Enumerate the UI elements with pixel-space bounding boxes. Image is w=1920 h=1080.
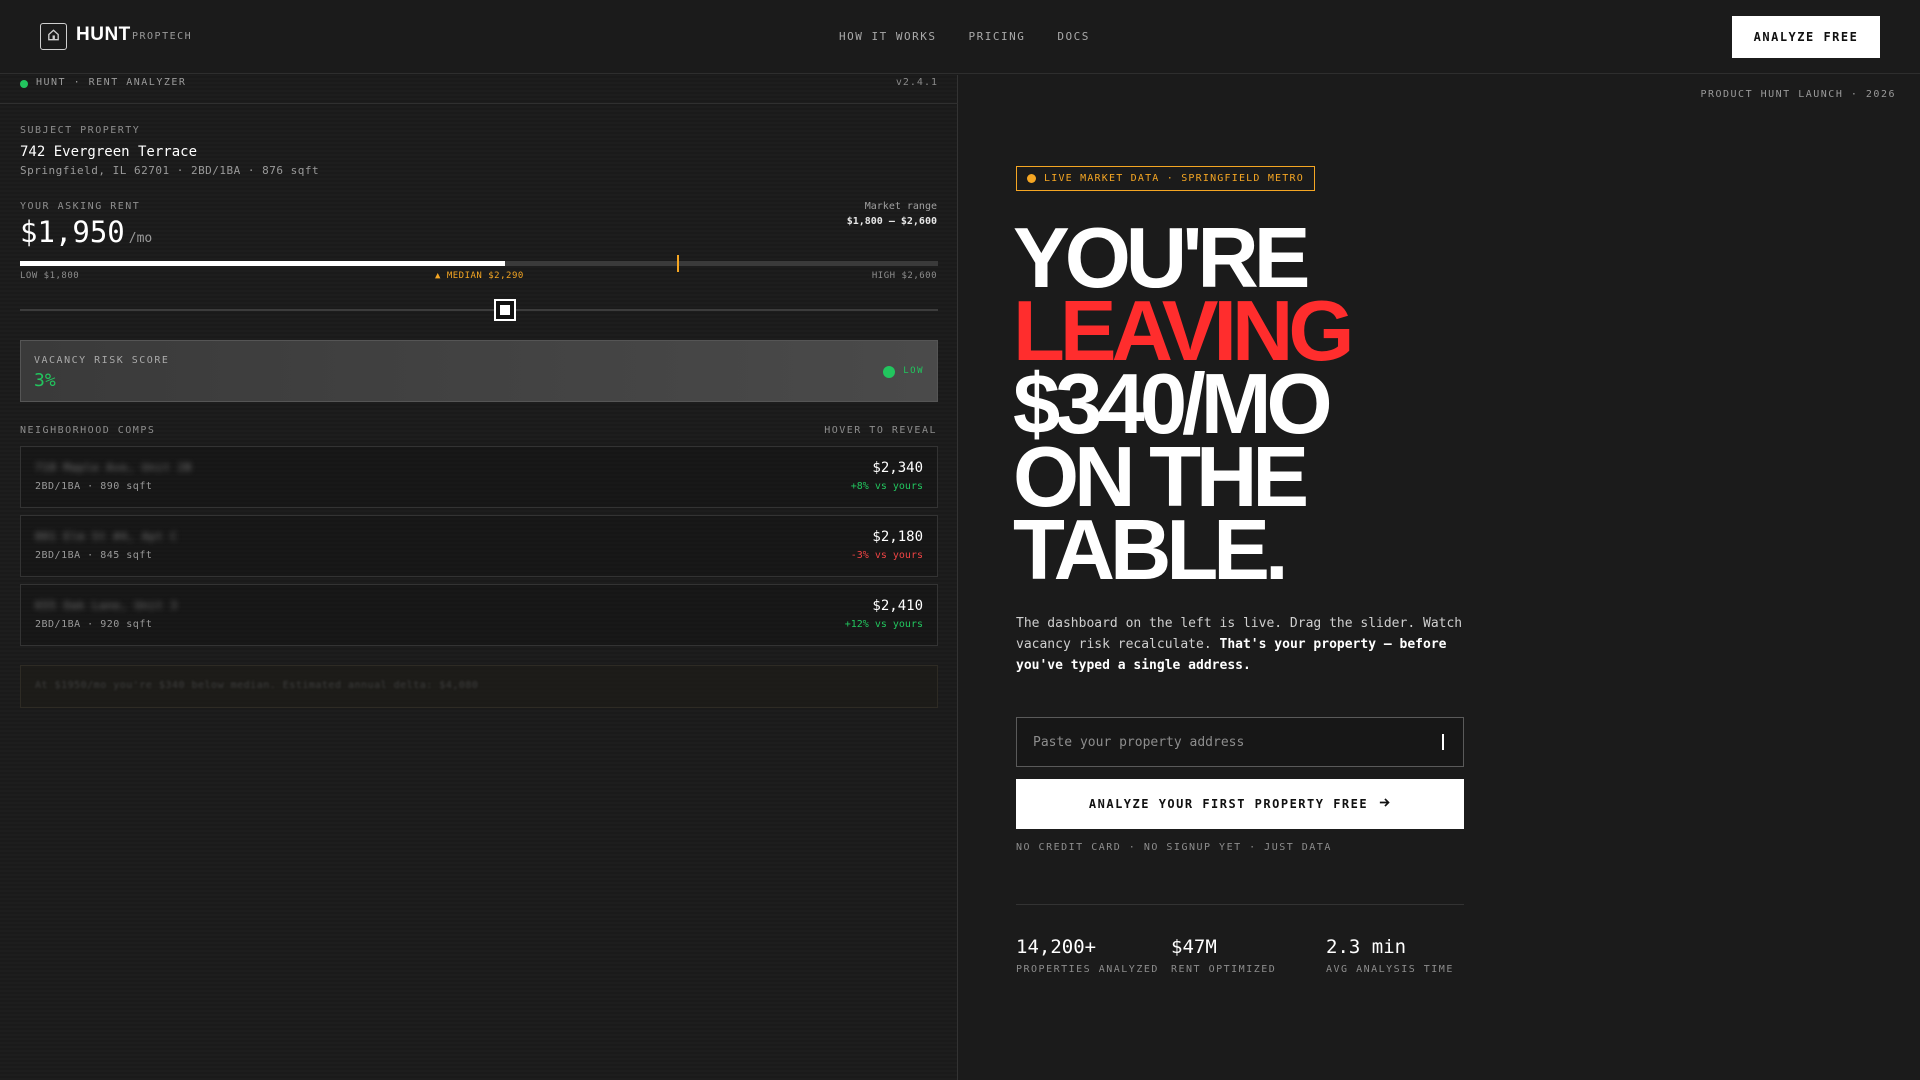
brand-tagline: PROPTECH (132, 31, 193, 42)
asking-rent-value: $1,950/mo (20, 215, 152, 249)
stat-label: PROPERTIES ANALYZED (1016, 964, 1159, 975)
risk-level-dot (883, 366, 895, 378)
comps-hover-hint: HOVER TO REVEAL (824, 425, 937, 436)
risk-level-badge: LOW (903, 366, 924, 376)
live-dot (1027, 174, 1036, 183)
analyze-property-button[interactable]: ANALYZE YOUR FIRST PROPERTY FREE (1016, 779, 1464, 829)
rent-slider-handle[interactable] (493, 299, 516, 321)
nav-links: HOW IT WORKS PRICING DOCS (839, 30, 1090, 43)
comp-card[interactable]: 655 Oak Lane, Unit 3 2BD/1BA · 920 sqft … (20, 584, 938, 646)
nav-link-how-it-works[interactable]: HOW IT WORKS (839, 30, 936, 43)
stat-value: 14,200+ (1016, 936, 1097, 958)
arrow-right-icon (1378, 796, 1391, 812)
stat-avg-analysis-time: 2.3 min AVG ANALYSIS TIME (1326, 936, 1454, 975)
median-marker (676, 255, 679, 272)
asking-rent-unit: /mo (128, 231, 153, 246)
market-range-fill (20, 261, 505, 266)
locked-summary-card: At $1950/mo you're $340 below median. Es… (20, 665, 938, 708)
text-cursor (1442, 734, 1444, 750)
comp-price: $2,180 (872, 529, 923, 545)
asking-rent-amount: $1,950 (20, 215, 125, 249)
vacancy-risk-label: VACANCY RISK SCORE (34, 355, 170, 366)
asking-rent-label: YOUR ASKING RENT (20, 201, 141, 212)
comp-delta: +12% vs yours (844, 619, 923, 630)
comp-meta: 2BD/1BA · 890 sqft (35, 481, 153, 492)
stat-properties-analyzed: 14,200+ PROPERTIES ANALYZED (1016, 936, 1159, 975)
comp-card[interactable]: 718 Maple Ave, Unit 2B 2BD/1BA · 890 sqf… (20, 446, 938, 508)
comp-meta: 2BD/1BA · 920 sqft (35, 619, 153, 630)
launch-tag: PRODUCT HUNT LAUNCH · 2026 (1700, 89, 1896, 100)
stat-rent-optimized: $47M RENT OPTIMIZED (1171, 936, 1276, 975)
comp-meta: 2BD/1BA · 845 sqft (35, 550, 153, 561)
top-nav: HUNT PROPTECH HOW IT WORKS PRICING DOCS … (0, 0, 1920, 74)
vacancy-risk-card: VACANCY RISK SCORE 3% LOW (20, 340, 938, 402)
comp-price: $2,410 (872, 598, 923, 614)
dashboard-version: v2.4.1 (895, 77, 938, 88)
comp-card[interactable]: 801 Elm St #4, Apt C 2BD/1BA · 845 sqft … (20, 515, 938, 577)
cta-note: NO CREDIT CARD · NO SIGNUP YET · JUST DA… (1016, 842, 1332, 853)
subject-address: 742 Evergreen Terrace (20, 144, 198, 160)
rent-slider[interactable] (20, 299, 938, 321)
analyze-property-label: ANALYZE YOUR FIRST PROPERTY FREE (1088, 797, 1369, 811)
dashboard-header: HUNT · RENT ANALYZER v2.4.1 (0, 75, 958, 104)
property-address-input[interactable] (1016, 717, 1464, 767)
rent-analyzer-dashboard: HUNT · RENT ANALYZER v2.4.1 SUBJECT PROP… (0, 75, 958, 1080)
comp-address: 718 Maple Ave, Unit 2B (35, 461, 192, 474)
comps-label: NEIGHBORHOOD COMPS (20, 425, 156, 436)
summary-text: At $1950/mo you're $340 below median. Es… (35, 680, 479, 691)
brand-name[interactable]: HUNT (76, 24, 131, 46)
stat-label: RENT OPTIMIZED (1171, 964, 1277, 975)
range-low-label: LOW $1,800 (20, 271, 80, 281)
market-range-bar (20, 255, 938, 272)
range-median-label: ▲ MEDIAN $2,290 (435, 271, 524, 281)
market-range-value: $1,800 – $2,600 (846, 216, 937, 227)
nav-link-pricing[interactable]: PRICING (968, 30, 1025, 43)
stats-divider (1016, 904, 1464, 905)
live-market-badge: LIVE MARKET DATA · SPRINGFIELD METRO (1016, 166, 1315, 191)
comp-address: 655 Oak Lane, Unit 3 (35, 599, 178, 612)
stat-value: 2.3 min (1326, 936, 1407, 958)
stat-value: $47M (1171, 936, 1217, 958)
dashboard-title: HUNT · RENT ANALYZER (36, 77, 187, 88)
comp-price: $2,340 (872, 460, 923, 476)
vacancy-risk-value: 3% (34, 370, 56, 391)
comp-delta: +8% vs yours (850, 481, 923, 492)
nav-link-docs[interactable]: DOCS (1057, 30, 1090, 43)
subject-meta: Springfield, IL 62701 · 2BD/1BA · 876 sq… (20, 164, 320, 177)
live-status-dot (20, 80, 28, 88)
subject-property-label: SUBJECT PROPERTY (20, 125, 141, 136)
market-range-label: Market range (864, 201, 937, 212)
logo-mark[interactable] (40, 23, 67, 50)
comp-address: 801 Elm St #4, Apt C (35, 530, 178, 543)
house-icon (46, 27, 61, 46)
stat-label: AVG ANALYSIS TIME (1326, 964, 1454, 975)
live-market-text: LIVE MARKET DATA · SPRINGFIELD METRO (1044, 173, 1304, 184)
comp-delta: -3% vs yours (850, 550, 923, 561)
range-high-label: HIGH $2,600 (871, 271, 937, 281)
hero-description: The dashboard on the left is live. Drag … (1016, 613, 1476, 676)
hero-headline: YOU'RE LEAVING $340/MO ON THE TABLE. (1013, 216, 1355, 593)
analyze-free-button[interactable]: ANALYZE FREE (1732, 16, 1880, 58)
